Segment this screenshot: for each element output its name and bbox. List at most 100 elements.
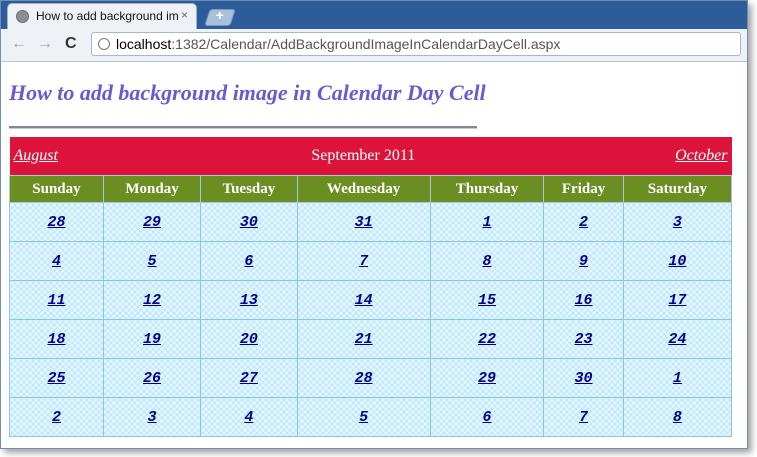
address-bar[interactable]: localhost:1382/Calendar/AddBackgroundIma… <box>91 32 741 56</box>
day-link[interactable]: 24 <box>668 331 686 348</box>
day-link[interactable]: 25 <box>47 370 65 387</box>
day-link[interactable]: 15 <box>478 292 496 309</box>
day-cell: 6 <box>429 397 545 437</box>
day-link[interactable]: 4 <box>52 253 61 270</box>
calendar: August September 2011 October Sunday Mond… <box>9 137 733 437</box>
day-link[interactable]: 23 <box>575 331 593 348</box>
day-cell: 31 <box>296 202 431 242</box>
browser-tab[interactable]: How to add background im × <box>7 3 197 29</box>
day-cell: 3 <box>102 397 202 437</box>
day-cell: 28 <box>296 358 431 398</box>
day-link[interactable]: 18 <box>47 331 65 348</box>
day-cell: 6 <box>200 241 298 281</box>
day-name-wednesday: Wednesday <box>296 175 431 203</box>
day-link[interactable]: 14 <box>355 292 373 309</box>
day-cell: 18 <box>9 319 104 359</box>
day-name-thursday: Thursday <box>429 175 545 203</box>
calendar-week-row: 11 12 13 14 15 16 17 <box>9 280 733 320</box>
globe-icon <box>16 10 29 23</box>
close-tab-icon[interactable]: × <box>181 8 188 22</box>
day-link[interactable]: 29 <box>143 214 161 231</box>
day-cell: 22 <box>429 319 545 359</box>
next-month-link[interactable]: October <box>675 147 727 164</box>
day-cell: 2 <box>543 202 624 242</box>
calendar-week-row: 18 19 20 21 22 23 24 <box>9 319 733 359</box>
day-link[interactable]: 5 <box>148 253 157 270</box>
day-link[interactable]: 21 <box>355 331 373 348</box>
day-link[interactable]: 17 <box>668 292 686 309</box>
day-cell: 14 <box>296 280 431 320</box>
day-link[interactable]: 11 <box>47 292 65 309</box>
day-link[interactable]: 8 <box>483 253 492 270</box>
day-link[interactable]: 22 <box>478 331 496 348</box>
day-cell: 21 <box>296 319 431 359</box>
day-cell: 13 <box>200 280 298 320</box>
day-cell: 8 <box>622 397 733 437</box>
day-link[interactable]: 29 <box>478 370 496 387</box>
day-link[interactable]: 6 <box>483 409 492 426</box>
day-cell: 26 <box>102 358 202 398</box>
day-link[interactable]: 1 <box>673 370 682 387</box>
day-link[interactable]: 5 <box>359 409 368 426</box>
day-cell: 7 <box>543 397 624 437</box>
url-path: :1382/Calendar/AddBackgroundImageInCalen… <box>171 36 561 52</box>
page-content: How to add background image in Calendar … <box>1 62 747 448</box>
page-icon <box>98 38 110 50</box>
calendar-body: 28 29 30 31 1 2 3 4 5 6 7 8 9 10 11 12 13 14 15 16 17 18 19 20 2… <box>9 202 733 437</box>
day-link[interactable]: 30 <box>240 214 258 231</box>
day-link[interactable]: 9 <box>579 253 588 270</box>
calendar-week-row: 4 5 6 7 8 9 10 <box>9 241 733 281</box>
day-cell: 23 <box>543 319 624 359</box>
day-cell: 25 <box>9 358 104 398</box>
day-link[interactable]: 3 <box>673 214 682 231</box>
day-cell: 27 <box>200 358 298 398</box>
day-cell: 10 <box>622 241 733 281</box>
day-link[interactable]: 4 <box>244 409 253 426</box>
day-name-friday: Friday <box>543 175 624 203</box>
day-link[interactable]: 7 <box>579 409 588 426</box>
url-host: localhost <box>116 36 172 52</box>
day-cell: 29 <box>102 202 202 242</box>
day-link[interactable]: 8 <box>673 409 682 426</box>
divider <box>9 126 477 129</box>
day-cell: 11 <box>9 280 104 320</box>
day-link[interactable]: 31 <box>355 214 373 231</box>
day-link[interactable]: 13 <box>240 292 258 309</box>
day-link[interactable]: 6 <box>244 253 253 270</box>
day-link[interactable]: 28 <box>47 214 65 231</box>
tab-title: How to add background im <box>36 9 179 23</box>
reload-icon[interactable]: C <box>65 35 77 53</box>
day-link[interactable]: 2 <box>52 409 61 426</box>
day-link[interactable]: 20 <box>240 331 258 348</box>
new-tab-button[interactable]: + <box>204 7 236 26</box>
plus-icon: + <box>215 7 224 23</box>
day-cell: 19 <box>102 319 202 359</box>
back-arrow-icon[interactable]: ← <box>11 35 27 53</box>
calendar-week-row: 28 29 30 31 1 2 3 <box>9 202 733 242</box>
day-link[interactable]: 27 <box>240 370 258 387</box>
day-name-header: Sunday Monday Tuesday Wednesday Thursday Frid… <box>9 175 733 203</box>
day-cell: 1 <box>429 202 545 242</box>
day-cell: 28 <box>9 202 104 242</box>
day-cell: 5 <box>296 397 431 437</box>
browser-window: How to add background im × + ← → C local… <box>0 0 748 449</box>
prev-month-link[interactable]: August <box>14 147 58 164</box>
day-link[interactable]: 28 <box>355 370 373 387</box>
tab-strip: How to add background im × + <box>1 1 747 29</box>
forward-arrow-icon[interactable]: → <box>37 35 53 53</box>
day-link[interactable]: 16 <box>575 292 593 309</box>
day-link[interactable]: 12 <box>143 292 161 309</box>
day-link[interactable]: 3 <box>148 409 157 426</box>
day-link[interactable]: 19 <box>143 331 161 348</box>
day-link[interactable]: 10 <box>668 253 686 270</box>
page-title: How to add background image in Calendar … <box>9 80 486 105</box>
day-link[interactable]: 26 <box>143 370 161 387</box>
day-link[interactable]: 7 <box>359 253 368 270</box>
day-name-sunday: Sunday <box>9 175 104 203</box>
day-cell: 29 <box>429 358 545 398</box>
day-name-saturday: Saturday <box>622 175 733 203</box>
day-link[interactable]: 1 <box>483 214 492 231</box>
day-link[interactable]: 30 <box>575 370 593 387</box>
day-cell: 3 <box>622 202 733 242</box>
day-link[interactable]: 2 <box>579 214 588 231</box>
